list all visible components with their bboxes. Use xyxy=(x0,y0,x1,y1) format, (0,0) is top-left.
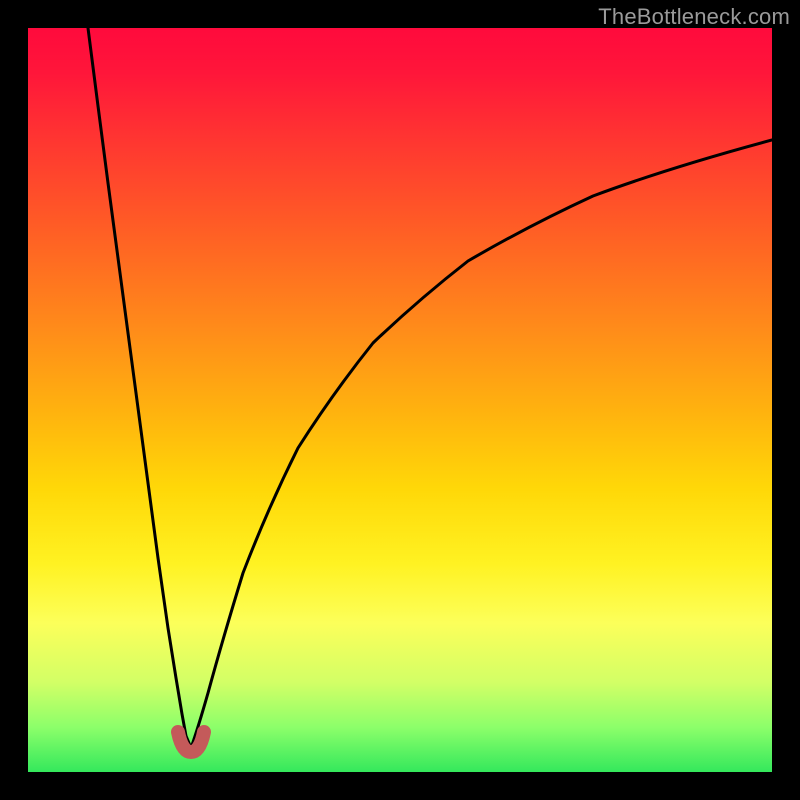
curve-right-branch xyxy=(191,140,772,748)
curve-layer xyxy=(28,28,772,772)
plot-area xyxy=(28,28,772,772)
chart-frame: TheBottleneck.com xyxy=(0,0,800,800)
min-marker xyxy=(178,732,204,752)
watermark-text: TheBottleneck.com xyxy=(598,4,790,30)
curve-left-branch xyxy=(88,28,191,748)
